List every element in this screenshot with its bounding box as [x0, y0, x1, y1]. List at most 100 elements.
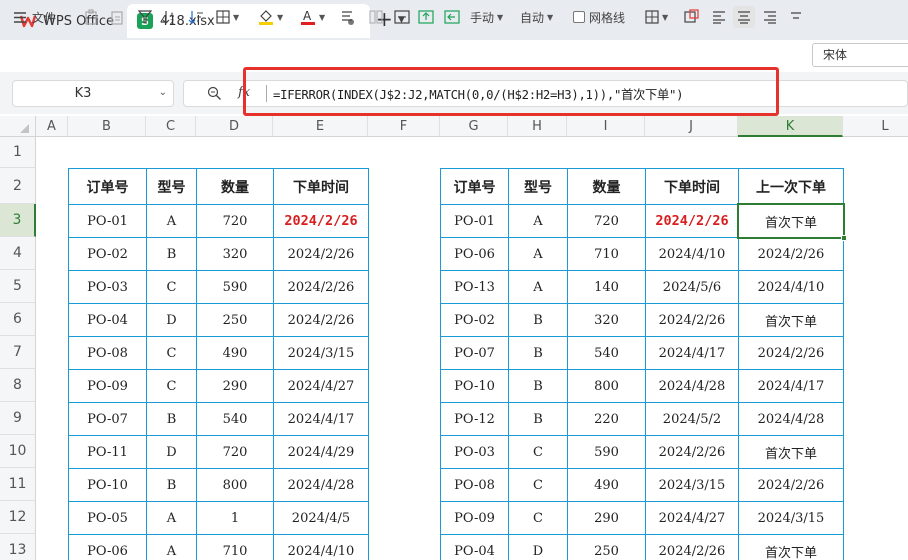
right-table-cell[interactable]: 首次下单: [738, 435, 844, 469]
right-table-cell[interactable]: C: [508, 501, 568, 535]
freeze-panes-icon[interactable]: [684, 7, 700, 27]
sort-descending-icon[interactable]: [188, 7, 204, 27]
right-table-cell[interactable]: 2024/2/26: [738, 336, 844, 370]
align-left-icon[interactable]: [712, 7, 726, 27]
left-table-cell[interactable]: B: [146, 468, 197, 502]
left-table-cell[interactable]: PO-04: [68, 303, 147, 337]
right-table-cell[interactable]: 800: [567, 369, 646, 403]
row-header-3[interactable]: 3: [0, 204, 36, 237]
left-table-cell[interactable]: 720: [196, 204, 274, 238]
right-table-cell[interactable]: 2024/5/2: [645, 402, 739, 436]
right-table-cell[interactable]: 2024/2/26: [645, 534, 739, 560]
manual-calc-button[interactable]: 手动 ▼: [470, 7, 503, 27]
right-table-cell[interactable]: 220: [567, 402, 646, 436]
right-table-cell[interactable]: 2024/2/26: [645, 435, 739, 469]
left-table-cell[interactable]: PO-06: [68, 534, 147, 560]
left-table-cell[interactable]: B: [146, 402, 197, 436]
column-header-h[interactable]: H: [508, 116, 567, 137]
left-table-cell[interactable]: D: [146, 303, 197, 337]
left-table-cell[interactable]: 2024/4/29: [273, 435, 369, 469]
left-table-cell[interactable]: 540: [196, 402, 274, 436]
right-table-cell[interactable]: 2024/5/6: [645, 270, 739, 304]
align-center-icon[interactable]: [733, 6, 755, 28]
column-header-c[interactable]: C: [146, 116, 196, 137]
right-table-cell[interactable]: D: [508, 534, 568, 560]
left-table-cell[interactable]: 320: [196, 237, 274, 271]
right-table-cell[interactable]: PO-12: [440, 402, 509, 436]
row-header-7[interactable]: 7: [0, 336, 36, 369]
left-table-cell[interactable]: 2024/3/15: [273, 336, 369, 370]
column-header-a[interactable]: A: [36, 116, 68, 137]
left-table-cell[interactable]: 2024/4/27: [273, 369, 369, 403]
left-table-cell[interactable]: 2024/4/5: [273, 501, 369, 535]
right-table-cell[interactable]: A: [508, 204, 568, 238]
auto-calc-button[interactable]: 自动 ▼: [520, 7, 553, 27]
right-table-cell[interactable]: B: [508, 303, 568, 337]
right-table-cell[interactable]: 320: [567, 303, 646, 337]
left-table-cell[interactable]: A: [146, 204, 197, 238]
font-color-icon[interactable]: A ▼: [300, 7, 325, 27]
manual-calc-chevron-down-icon[interactable]: ▼: [497, 13, 503, 22]
gridlines-toggle[interactable]: 网格线: [573, 7, 625, 27]
right-table-cell[interactable]: 2024/2/26: [738, 237, 844, 271]
left-table-cell[interactable]: 250: [196, 303, 274, 337]
fill-color-chevron-down-icon[interactable]: ▼: [277, 13, 283, 22]
left-table-cell[interactable]: PO-09: [68, 369, 147, 403]
right-table-cell[interactable]: PO-09: [440, 501, 509, 535]
left-table-cell[interactable]: C: [146, 369, 197, 403]
row-header-8[interactable]: 8: [0, 369, 36, 402]
right-table-cell[interactable]: C: [508, 435, 568, 469]
right-table-cell[interactable]: 首次下单: [738, 204, 844, 238]
left-table-cell[interactable]: 2024/2/26: [273, 204, 369, 238]
gridlines-checkbox[interactable]: [573, 11, 585, 23]
left-table-cell[interactable]: 2024/2/26: [273, 270, 369, 304]
right-table-cell[interactable]: 2024/4/10: [738, 270, 844, 304]
sort-ascending-icon[interactable]: AZ: [162, 7, 178, 27]
column-header-l[interactable]: L: [843, 116, 908, 137]
right-table-cell[interactable]: PO-08: [440, 468, 509, 502]
row-header-13[interactable]: 13: [0, 534, 36, 560]
filter-icon[interactable]: [138, 7, 152, 27]
right-table-cell[interactable]: 2024/4/17: [738, 369, 844, 403]
align-right-icon[interactable]: [763, 7, 777, 27]
right-table-cell[interactable]: 490: [567, 468, 646, 502]
left-table-cell[interactable]: 290: [196, 369, 274, 403]
right-table-cell[interactable]: 2024/3/15: [738, 501, 844, 535]
left-table-cell[interactable]: C: [146, 270, 197, 304]
row-header-12[interactable]: 12: [0, 501, 36, 534]
right-table-cell[interactable]: 540: [567, 336, 646, 370]
left-table-cell[interactable]: 2024/4/28: [273, 468, 369, 502]
row-header-6[interactable]: 6: [0, 303, 36, 336]
row-header-11[interactable]: 11: [0, 468, 36, 501]
left-table-cell[interactable]: 490: [196, 336, 274, 370]
left-table-cell[interactable]: C: [146, 336, 197, 370]
row-header-5[interactable]: 5: [0, 270, 36, 303]
right-table-cell[interactable]: B: [508, 369, 568, 403]
column-header-b[interactable]: B: [68, 116, 146, 137]
right-table-cell[interactable]: 2024/2/26: [645, 204, 739, 238]
right-table-cell[interactable]: PO-13: [440, 270, 509, 304]
right-table-cell[interactable]: 720: [567, 204, 646, 238]
right-table-cell[interactable]: 2024/4/17: [645, 336, 739, 370]
row-header-10[interactable]: 10: [0, 435, 36, 468]
left-table-cell[interactable]: PO-08: [68, 336, 147, 370]
auto-calc-chevron-down-icon[interactable]: ▼: [547, 13, 553, 22]
select-all-corner[interactable]: [0, 116, 36, 137]
borders-icon[interactable]: ▼: [216, 7, 239, 27]
right-table-cell[interactable]: 250: [567, 534, 646, 560]
left-table-cell[interactable]: 1: [196, 501, 274, 535]
cell-style-chevron-down-icon[interactable]: ▼: [662, 13, 668, 22]
right-table-cell[interactable]: 2024/4/10: [645, 237, 739, 271]
right-table-cell[interactable]: A: [508, 270, 568, 304]
move-up-icon[interactable]: [418, 7, 434, 27]
paste-icon[interactable]: [110, 7, 126, 27]
cell-style-icon[interactable]: ▼: [645, 7, 668, 27]
align-top-icon[interactable]: [789, 7, 803, 27]
column-header-d[interactable]: D: [196, 116, 273, 137]
left-table-cell[interactable]: D: [146, 435, 197, 469]
right-table-cell[interactable]: 590: [567, 435, 646, 469]
left-table-cell[interactable]: A: [146, 501, 197, 535]
row-header-9[interactable]: 9: [0, 402, 36, 435]
row-header-2[interactable]: 2: [0, 168, 36, 204]
left-table-cell[interactable]: 720: [196, 435, 274, 469]
